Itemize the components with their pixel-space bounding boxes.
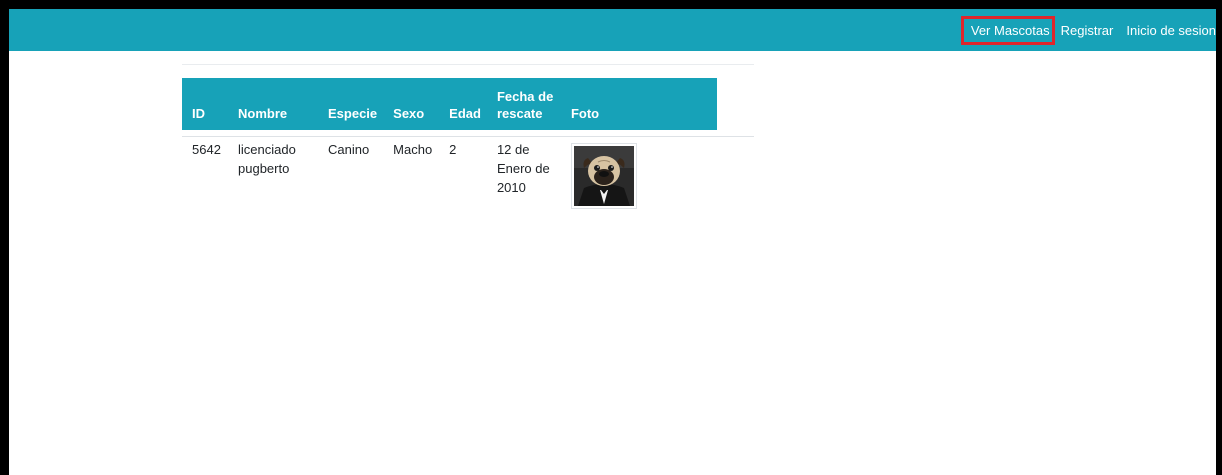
cell-id: 5642 (192, 142, 221, 157)
nav-link-ver-mascotas[interactable]: Ver Mascotas (960, 15, 1055, 45)
page-frame: Ver Mascotas Registrar Inicio de sesion … (9, 9, 1216, 475)
table-row: 5642 licenciado pugberto Canino Macho 2 … (182, 130, 717, 219)
cell-foto (563, 130, 717, 219)
table-body: 5642 licenciado pugberto Canino Macho 2 … (182, 130, 717, 219)
header-especie: Especie (328, 106, 378, 121)
header-fecha-line2: rescate (496, 106, 543, 121)
navbar: Ver Mascotas Registrar Inicio de sesion (9, 9, 1216, 51)
nav-links: Ver Mascotas Registrar Inicio de sesion (960, 9, 1216, 51)
pug-photo-icon (573, 146, 634, 206)
header-id: ID (192, 106, 205, 121)
cell-edad: 2 (449, 142, 457, 157)
header-foto: Foto (570, 106, 600, 121)
pets-table-container: ID Nombre Especie Sexo Edad Fecha de res… (182, 78, 754, 219)
cell-nombre: licenciado pugberto (238, 142, 296, 176)
table-header: ID Nombre Especie Sexo Edad Fecha de res… (182, 78, 717, 130)
cell-especie: Canino (328, 142, 370, 157)
divider (182, 64, 754, 65)
table-header-row: ID Nombre Especie Sexo Edad Fecha de res… (182, 78, 717, 130)
header-fecha-rescate: Fecha de rescate (489, 78, 563, 130)
cell-fecha: 12 de Enero de 2010 (496, 142, 550, 195)
header-nombre: Nombre (238, 106, 288, 121)
pet-photo (570, 143, 637, 209)
header-sexo: Sexo (393, 106, 425, 121)
header-divider (182, 136, 754, 137)
nav-link-inicio-de-sesion[interactable]: Inicio de sesion (1126, 23, 1216, 38)
header-fecha-line1: Fecha de (496, 89, 554, 104)
pets-table: ID Nombre Especie Sexo Edad Fecha de res… (182, 78, 717, 219)
header-edad: Edad (449, 106, 481, 121)
nav-link-registrar[interactable]: Registrar (1061, 23, 1114, 38)
cell-sexo: Macho (393, 142, 433, 157)
